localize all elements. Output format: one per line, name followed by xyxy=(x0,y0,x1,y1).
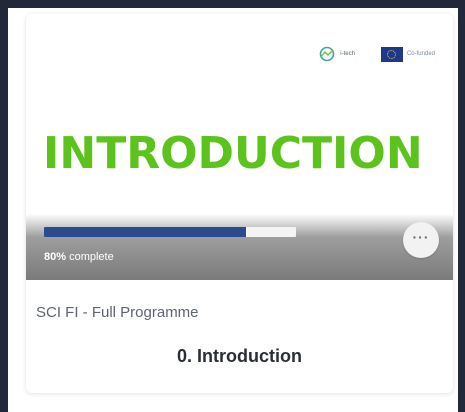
more-options-icon: ··· xyxy=(412,229,430,245)
progress-suffix: complete xyxy=(66,251,114,263)
thumbnail-title: INTRODUCTION xyxy=(43,128,423,179)
eu-logo-text: Co-funded xyxy=(406,51,435,57)
course-thumbnail[interactable]: i-tech Co-funded INTRODUCTION 80% comple… xyxy=(26,14,453,280)
progress-label: 80% complete xyxy=(44,251,114,263)
course-category: SCI FI - Full Programme xyxy=(36,304,199,321)
partner-logo-text: i-tech xyxy=(340,51,355,57)
progress-overlay: 80% complete ··· xyxy=(26,214,453,280)
progress-percent: 80% xyxy=(44,251,67,263)
partner-logo-icon xyxy=(319,46,335,62)
eu-logo: Co-funded xyxy=(380,46,435,62)
progress-bar-fill xyxy=(44,227,246,237)
eu-flag-icon xyxy=(380,46,403,62)
partner-logos: i-tech Co-funded xyxy=(318,46,435,62)
course-card[interactable]: i-tech Co-funded INTRODUCTION 80% comple… xyxy=(26,14,453,393)
window-frame: i-tech Co-funded INTRODUCTION 80% comple… xyxy=(0,0,465,412)
progress-bar xyxy=(44,227,296,237)
course-options-button[interactable]: ··· xyxy=(403,222,439,258)
course-name-link[interactable]: 0. Introduction xyxy=(26,346,453,367)
partner-logo: i-tech xyxy=(318,46,355,62)
